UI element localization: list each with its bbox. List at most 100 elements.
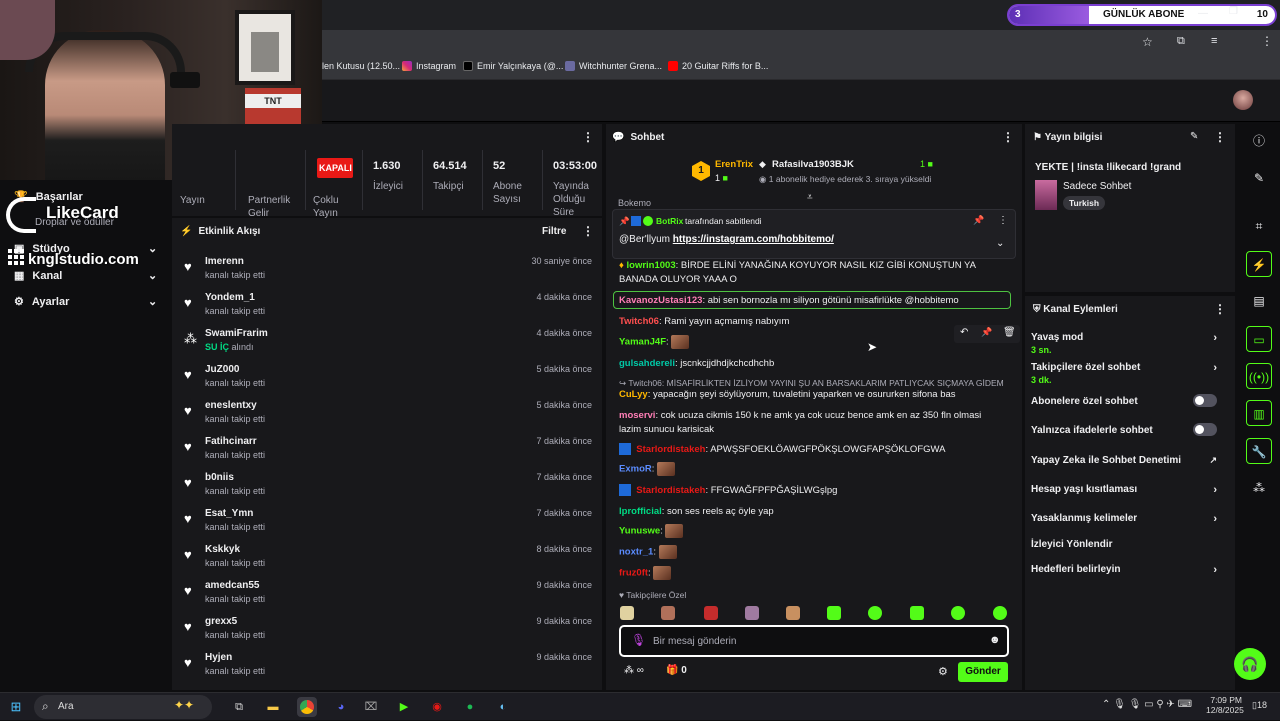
chat-username[interactable]: CuLyy [619,389,648,400]
list-item[interactable]: ♥ Esat_Ymn kanalı takip etti 7 dakika önce [184,506,594,540]
support-button[interactable]: 🎧 [1234,648,1266,680]
channel-action-row[interactable]: Yavaş mod 3 sn. › [1031,332,1227,355]
steam-icon[interactable]: ◐ [493,697,513,717]
chat-message[interactable]: Twitch06: Rami yayın açmamış nabıyım [619,315,1004,329]
gear-icon[interactable]: ⚙ [938,665,948,678]
activity-user[interactable]: JuZ000 [205,364,239,375]
chat-message[interactable]: Starlordistakeh: FFGWAĞFPFPĞAŞİLWGşlpg [619,484,1004,498]
more-icon[interactable]: ⋮ [582,224,594,238]
crop-icon[interactable]: ⌗ [1246,213,1272,239]
emote-3[interactable] [704,606,718,620]
list-item[interactable]: ♥ Fatihcinarr kanalı takip etti 7 dakika ön… [184,434,594,468]
discord-icon[interactable]: ◕ [331,697,351,717]
task-view-icon[interactable]: ⧉ [229,697,249,717]
emote-icon[interactable] [671,335,690,349]
chat-username[interactable]: noxtr_1 [619,547,653,558]
notification-badge[interactable]: ▯18 [1252,700,1267,711]
list-item[interactable]: ♥ Kskkyk kanalı takip etti 8 dakika önce [184,542,594,576]
channel-action-row[interactable]: Yasaklanmış kelimeler › [1031,513,1227,525]
emote-6[interactable] [827,606,841,620]
chat-username[interactable]: lowrin1003 [627,260,676,271]
list-item[interactable]: ♥ Imerenn kanalı takip etti 30 saniye önce [184,254,594,288]
activity-user[interactable]: Fatihcinarr [205,436,257,447]
emote-4[interactable] [745,606,759,620]
list-item[interactable]: ♥ eneslentxy kanalı takip etti 5 dakika önc… [184,398,594,432]
chat-username[interactable]: moservi [619,410,655,421]
spotify-icon[interactable]: ● [460,697,480,717]
chat-username[interactable]: Starlordistakeh [636,444,705,455]
emoji-icon[interactable]: ☻ [989,634,1001,646]
tray-icons[interactable]: ⌃ 🎙 🎙 ▭ ⚲ ✈ ⌨ [1102,699,1192,710]
emote-icon[interactable] [658,545,677,559]
activity-user[interactable]: Esat_Ymn [205,508,253,519]
activity-user[interactable]: Yondem_1 [205,292,255,303]
list-item[interactable]: ♥ grexx5 kanalı takip etti 9 dakika önce [184,614,594,648]
obs-icon[interactable]: ◉ [427,697,447,717]
chat-message[interactable]: YamanJ4F: [619,335,1004,350]
bookmark-inbox[interactable]: len Kutusu (12.50... [322,61,400,71]
channel-action-row[interactable]: Abonelere özel sohbet [1031,394,1227,407]
more-icon[interactable]: ⋮ [998,215,1008,226]
chat-message[interactable]: lprofficial: son ses reels aç öyle yap [619,505,1004,519]
chat-message[interactable]: Starlordistakeh: APWŞSFOEKLÖAWGFPÖKŞLOWG… [619,443,1004,457]
activity-user[interactable]: SwamiFrarim [205,328,268,339]
clock[interactable]: 7:09 PM 12/8/2025 [1206,695,1244,715]
chat-message[interactable]: noxtr_1: [619,545,1004,560]
windows-start-icon[interactable]: ⊞ [6,697,26,717]
chat-username[interactable]: Twitch06 [619,316,659,327]
more-icon[interactable]: ⋮ [582,130,594,144]
stream-tag[interactable]: Turkish [1063,196,1106,210]
gift-counter[interactable]: 🎁 0 [666,665,687,676]
avatar[interactable] [1233,90,1253,110]
trash-icon[interactable]: 🗑 [1003,327,1016,338]
nav-settings[interactable]: ⚙ Ayarlar ⌄ [14,295,164,309]
bookmark-x[interactable]: Emir Yalçınkaya (@... [463,61,563,71]
minimize-icon[interactable]: — [1198,8,1208,19]
chat-username[interactable]: YamanJ4F [619,337,666,348]
bookmark-witchhunter[interactable]: Witchhunter Grena... [565,61,662,71]
chat-message[interactable]: fruz0ft: [619,566,1004,581]
pinned-link[interactable]: https://instagram.com/hobbitemo/ [673,234,834,245]
send-button[interactable]: Gönder [958,662,1008,682]
chat-message[interactable]: gulsahdereli: jscnkcjjdhdjkchcdhchb [619,357,1004,371]
bookmark-youtube[interactable]: 20 Guitar Riffs for B... [668,61,768,71]
chat-username[interactable]: Starlordistakeh [636,485,705,496]
emote-icon[interactable] [665,524,684,538]
more-icon[interactable]: ⋮ [1214,302,1226,316]
extensions-icon[interactable]: ⧉ [1177,35,1185,48]
chat-bubble-icon[interactable]: ▭ [1246,326,1272,352]
emote-icon[interactable] [657,462,676,476]
star-icon[interactable]: ☆ [1142,35,1153,49]
list-item[interactable]: ♥ Yondem_1 kanalı takip etti 4 dakika önce [184,290,594,324]
taskbar-search[interactable]: ⌕ Ara ✦✦ [34,695,212,719]
nav-channel[interactable]: ▦ Kanal ⌄ [14,269,164,283]
rewards-icon[interactable]: ⁂ [1246,475,1272,501]
document-icon[interactable]: ▤ [1246,288,1272,314]
leader-name[interactable]: ErenTrix [715,159,753,170]
activity-user[interactable]: Imerenn [205,256,244,267]
kick-icon[interactable]: ▶ [394,697,414,717]
chat-message[interactable]: Yunuswe: [619,524,1004,539]
broadcast-icon[interactable]: ((•)) [1246,363,1272,389]
chat-message[interactable]: CuLyy: yapacağın şeyi söylüyorum, tuvale… [619,388,1004,402]
channel-action-row[interactable]: İzleyici Yönlendir [1031,539,1227,550]
channel-action-row[interactable]: Yalnızca ifadelerle sohbet [1031,423,1227,436]
chat-username[interactable]: Yunuswe [619,526,660,537]
layout-icon[interactable]: ▥ [1246,400,1272,426]
chevron-down-icon[interactable]: ⌄ [996,238,1004,249]
channel-action-row[interactable]: Yapay Zeka ile Sohbet Denetimi ↗ [1031,455,1227,466]
emote-2[interactable] [661,606,675,620]
infinity-icon[interactable]: ⁂ ∞ [624,665,644,676]
activity-user[interactable]: Hyjen [205,652,232,663]
pinned-by-user[interactable]: BotRix [656,216,683,226]
list-item[interactable]: ♥ Hyjen kanalı takip etti 9 dakika önce [184,650,594,684]
menu-icon[interactable]: ⋮ [1261,34,1273,48]
chat-message[interactable]: moservi: cok ucuza cikmis 150 k ne amk y… [619,409,1004,437]
activity-user[interactable]: grexx5 [205,616,237,627]
lightning-icon[interactable]: ⚡ [1246,251,1272,277]
list-item[interactable]: ♥ amedcan55 kanalı takip etti 9 dakika önce [184,578,594,612]
pin-icon[interactable]: 📌 [981,327,992,338]
bookmark-instagram[interactable]: Instagram [402,61,456,71]
emote-1[interactable] [620,606,634,620]
chat-message[interactable]: ♦ lowrin1003: BİRDE ELİNİ YANAĞINA KOYUY… [619,259,1004,287]
